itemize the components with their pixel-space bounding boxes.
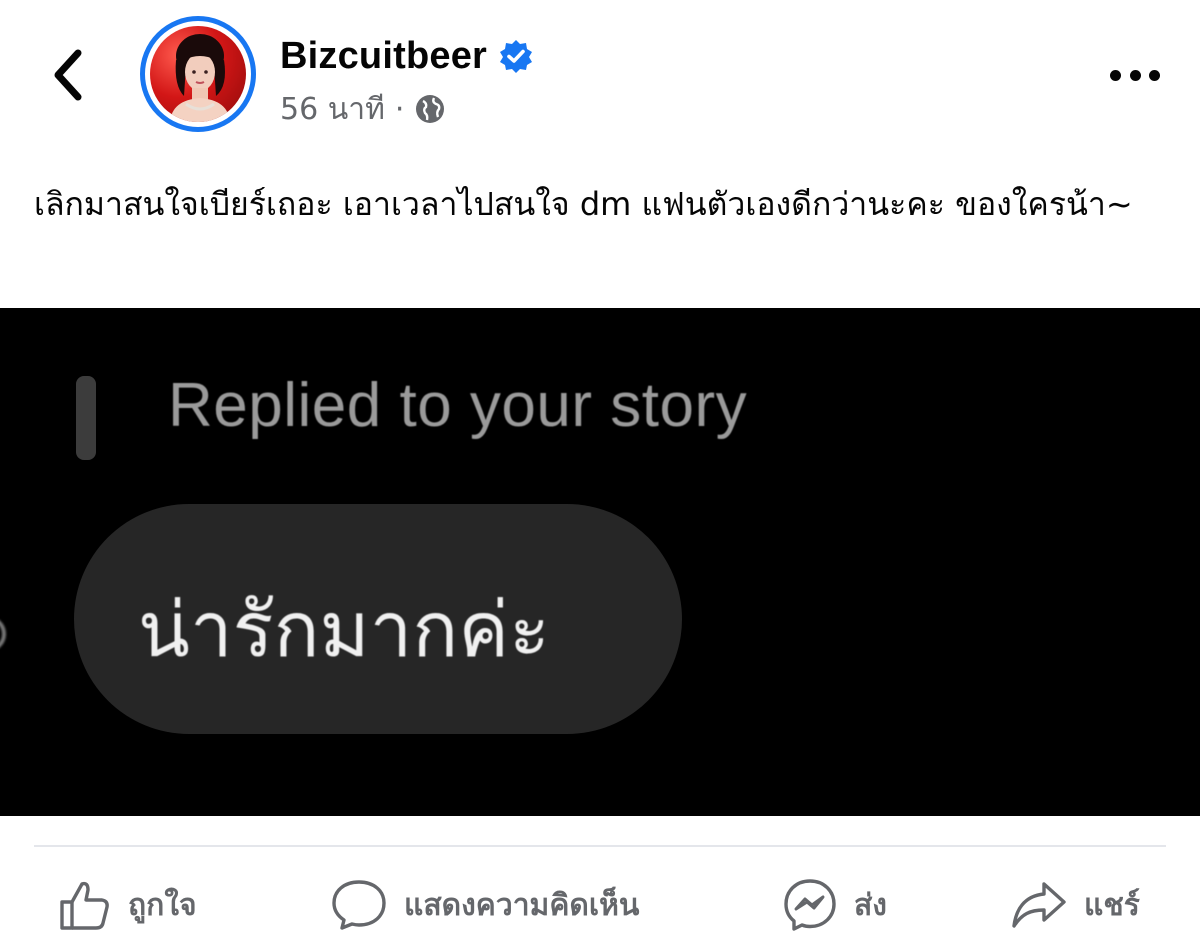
divider [34,845,1166,847]
avatar-image [150,26,246,122]
avatar-edge [0,616,6,652]
share-button[interactable]: แชร์ [1010,870,1140,940]
back-button[interactable] [40,40,96,110]
comment-button[interactable]: แสดงความคิดเห็น [330,870,639,940]
share-label: แชร์ [1084,887,1140,923]
more-options-button[interactable] [1100,58,1170,92]
comment-icon [332,880,386,930]
share-icon [1012,882,1066,928]
reply-label: Replied to your story [168,371,748,440]
post-text: เลิกมาสนใจเบียร์เถอะ เอาเวลาไปสนใจ dm แฟ… [34,185,1133,223]
messenger-icon [784,879,836,931]
send-button[interactable]: ส่ง [782,870,887,940]
thumbs-up-icon [60,881,109,930]
timestamp[interactable]: 56 นาที [280,86,385,133]
author-name[interactable]: Bizcuitbeer [280,35,487,78]
send-label: ส่ง [854,887,887,923]
author-row: Bizcuitbeer [280,30,533,82]
more-horizontal-icon [1110,69,1121,81]
meta-separator: · [394,91,405,127]
reply-indicator-bar [76,376,96,460]
globe-icon [416,95,445,123]
post-image[interactable]: Replied to your story น่ารักมากค่ะ [0,308,1200,816]
post-header: Bizcuitbeer 56 นาที · [0,0,1200,150]
verified-badge-icon [500,40,533,73]
chevron-left-icon [54,49,82,101]
post-meta: 56 นาที · [280,86,446,132]
author-avatar[interactable] [140,16,256,132]
post-screen: Bizcuitbeer 56 นาที · เลิกมาสนใจเบียร์เถ… [0,0,1200,949]
comment-label: แสดงความคิดเห็น [404,887,640,923]
message-text: น่ารักมากค่ะ [138,585,550,674]
action-bar: ถูกใจ แสดงความคิดเห็น ส่ง แชร์ [0,860,1200,949]
like-label: ถูกใจ [128,887,197,923]
like-button[interactable]: ถูกใจ [58,870,197,940]
